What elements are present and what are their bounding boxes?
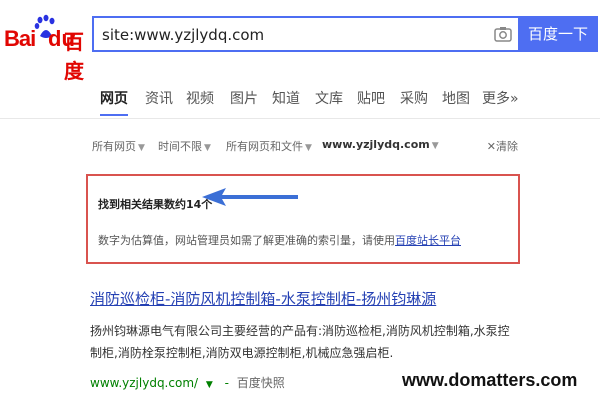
tab-news[interactable]: 资讯: [145, 88, 173, 108]
search-button[interactable]: 百度一下: [518, 16, 598, 52]
tab-more[interactable]: 更多»: [482, 88, 519, 108]
tab-zhidao[interactable]: 知道: [272, 88, 300, 108]
search-tabs: 网页 资讯 视频 图片 知道 文库 贴吧 采购 地图 更多»: [0, 78, 600, 119]
filter-bar: 所有网页 ▼ 时间不限 ▼ 所有网页和文件 ▼ www.yzjlydq.com ▼ ✕清…: [0, 130, 600, 160]
filter-all-pages-label: 所有网页: [92, 140, 136, 153]
result-count-notice: 找到相关结果数约14个 数字为估算值，网站管理员如需了解更准确的索引量，请使用百…: [86, 174, 520, 264]
tab-images[interactable]: 图片: [230, 88, 258, 108]
logo-text-cn: 百度: [64, 30, 84, 83]
logo-text-bai: Bai: [4, 26, 36, 51]
caret-down-icon: ▼: [138, 143, 145, 153]
result-description: 扬州钧琳源电气有限公司主要经营的产品有:消防巡检柜,消防风机控制箱,水泵控制柜,…: [90, 324, 510, 360]
tab-web[interactable]: 网页: [100, 88, 128, 116]
pointing-arrow-icon: [202, 188, 298, 206]
caret-down-icon: ▼: [305, 143, 312, 153]
tab-tieba[interactable]: 贴吧: [357, 88, 385, 108]
search-query: site:www.yzjlydq.com: [102, 26, 265, 44]
tab-video[interactable]: 视频: [186, 88, 214, 108]
separator: -: [224, 376, 229, 390]
snapshot-link[interactable]: 百度快照: [237, 376, 285, 390]
webmaster-platform-link[interactable]: 百度站长平台: [395, 234, 461, 247]
clear-filter-button[interactable]: ✕清除: [487, 138, 518, 154]
notice-message-text: 数字为估算值，网站管理员如需了解更准确的索引量，请使用: [98, 234, 395, 247]
result-title-link[interactable]: 消防巡检柜-消防风机控制箱-水泵控制柜-扬州钧琳源: [90, 288, 436, 309]
caret-down-icon: ▼: [431, 141, 439, 151]
caret-down-icon[interactable]: ▼: [206, 380, 213, 390]
header: Bai du 百度 site:www.yzjlydq.com 百度一下: [0, 0, 600, 83]
tab-wenku[interactable]: 文库: [315, 88, 343, 108]
filter-file-types-label: 所有网页和文件: [226, 140, 303, 153]
result-url[interactable]: www.yzjlydq.com/: [90, 376, 198, 390]
filter-site[interactable]: www.yzjlydq.com ▼: [322, 138, 439, 151]
watermark: www.domatters.com: [402, 370, 578, 390]
search-input[interactable]: site:www.yzjlydq.com: [92, 16, 518, 52]
tab-purchase[interactable]: 采购: [400, 88, 428, 108]
result-url-line: www.yzjlydq.com/ ▼ - 百度快照: [90, 374, 285, 391]
filter-site-label: www.yzjlydq.com: [322, 138, 430, 151]
baidu-logo[interactable]: Bai du 百度: [4, 14, 88, 83]
close-icon: ✕: [486, 140, 496, 153]
caret-down-icon: ▼: [204, 143, 211, 153]
camera-icon[interactable]: [494, 26, 512, 42]
clear-label: 清除: [496, 140, 518, 153]
filter-file-types[interactable]: 所有网页和文件 ▼: [226, 138, 312, 154]
filter-time[interactable]: 时间不限 ▼: [158, 138, 211, 154]
filter-all-pages[interactable]: 所有网页 ▼: [92, 138, 145, 154]
tab-map[interactable]: 地图: [442, 88, 470, 108]
filter-time-label: 时间不限: [158, 140, 202, 153]
notice-message: 数字为估算值，网站管理员如需了解更准确的索引量，请使用百度站长平台: [98, 232, 461, 248]
result-count: 找到相关结果数约14个: [98, 198, 213, 211]
